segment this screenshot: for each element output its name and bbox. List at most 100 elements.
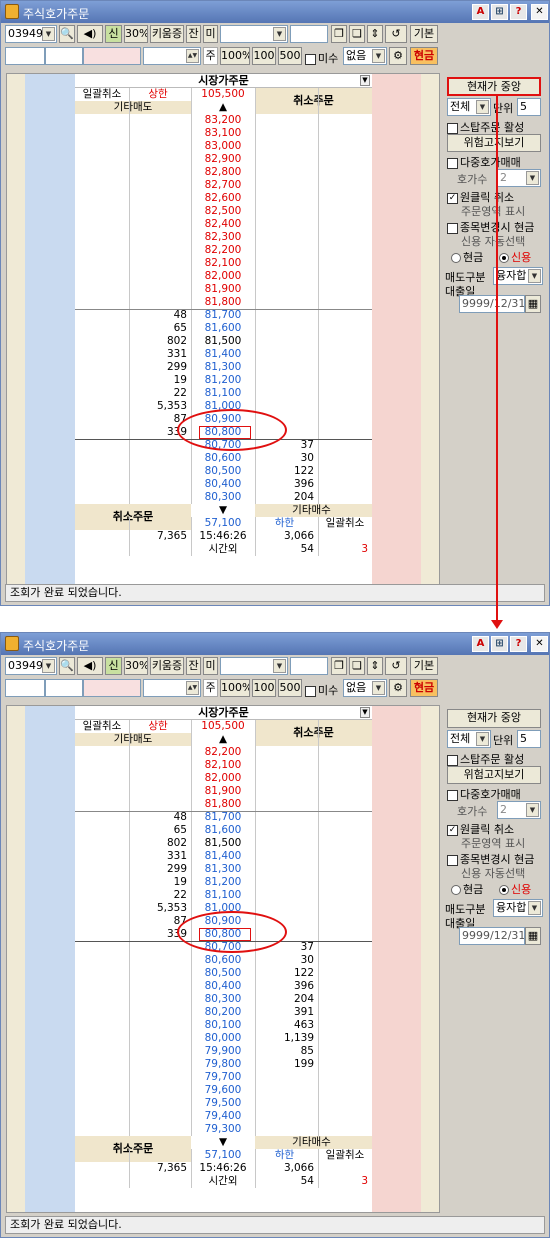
price-cell[interactable]: 81,200 <box>191 876 255 889</box>
bulk-cancel-label[interactable]: 일괄취소 <box>75 88 129 101</box>
checkbox-box[interactable] <box>447 222 458 234</box>
price-row[interactable]: 79,700 <box>75 1071 372 1084</box>
price-row[interactable]: 80,600 30 <box>75 452 372 465</box>
pct100-button[interactable]: 100% <box>220 679 250 697</box>
checkmark-icon[interactable]: ✓ <box>447 192 458 204</box>
chevron-down-icon[interactable]: ▼ <box>526 803 539 817</box>
sell-type-select[interactable]: 융자합 ▼ <box>493 899 543 917</box>
radio-circle-selected[interactable] <box>499 253 509 263</box>
price-row[interactable]: 82,800 <box>75 166 372 179</box>
price-cell[interactable]: 81,100 <box>191 387 255 400</box>
price-row[interactable]: 299 81,300 <box>75 863 372 876</box>
price-cell[interactable]: 81,800 <box>191 798 255 811</box>
credit-radio[interactable]: 신용 <box>499 249 531 265</box>
price-row[interactable]: 80,400 396 <box>75 478 372 491</box>
price-row[interactable]: 81,800 <box>75 798 372 811</box>
alert-icon[interactable]: A <box>472 4 489 20</box>
quantity-input[interactable]: ▲▼ <box>143 679 201 697</box>
price-row[interactable]: 80,500 122 <box>75 465 372 478</box>
price-row[interactable]: 82,600 <box>75 192 372 205</box>
price-row[interactable]: 82,700 <box>75 179 372 192</box>
checkbox-box[interactable] <box>447 789 458 801</box>
price-row[interactable]: 80,000 1,139 <box>75 1032 372 1045</box>
price-cell[interactable]: 83,100 <box>191 127 255 140</box>
credit-radio[interactable]: 신용 <box>499 881 531 897</box>
risk-notice-button[interactable]: 위험고지보기 <box>447 766 541 784</box>
price-cell[interactable]: 79,700 <box>191 1071 255 1084</box>
spinner-icon[interactable]: ▲▼ <box>186 49 199 63</box>
radio-circle[interactable] <box>451 885 461 895</box>
price-cell[interactable]: 79,800 <box>191 1058 255 1071</box>
alert-icon[interactable]: A <box>472 636 489 652</box>
help-icon[interactable]: ? <box>510 636 527 652</box>
updown-icon[interactable]: ⇕ <box>367 657 383 675</box>
bulk-cancel-buy[interactable]: 일괄취소 <box>318 1149 372 1162</box>
price-cell[interactable]: 83,000 <box>191 140 255 153</box>
price-row[interactable]: 80,100 463 <box>75 1019 372 1032</box>
price-row[interactable]: 79,600 <box>75 1084 372 1097</box>
close-icon[interactable]: ✕ <box>531 636 548 652</box>
price-row[interactable]: 299 81,300 <box>75 361 372 374</box>
price-cell[interactable]: 82,500 <box>191 205 255 218</box>
bulk-cancel-label[interactable]: 일괄취소 <box>75 720 129 733</box>
down-arrow-icon[interactable]: ▼ <box>191 1136 255 1149</box>
price-cell[interactable]: 80,500 <box>191 967 255 980</box>
chevron-down-icon[interactable]: ▼ <box>476 732 489 746</box>
all-select[interactable]: 전체 ▼ <box>447 730 491 748</box>
price-row[interactable]: 65 81,600 <box>75 824 372 837</box>
price-row[interactable]: 83,100 <box>75 127 372 140</box>
price-cell[interactable]: 79,400 <box>191 1110 255 1123</box>
price-row[interactable]: 82,300 <box>75 231 372 244</box>
price-row[interactable]: 22 81,100 <box>75 889 372 902</box>
price-cell[interactable]: 81,900 <box>191 785 255 798</box>
calendar-icon[interactable]: ▦ <box>525 295 541 313</box>
pages-icon[interactable]: ❏ <box>349 25 365 43</box>
price-row[interactable]: 82,100 <box>75 759 372 772</box>
chevron-down-icon[interactable]: ▼ <box>42 659 55 673</box>
pin-icon[interactable]: ⊞ <box>491 4 508 20</box>
price-row[interactable]: 80,300 204 <box>75 491 372 504</box>
price-cell[interactable]: 81,400 <box>191 348 255 361</box>
quote-count-select[interactable]: 2 ▼ <box>497 801 541 819</box>
price-row[interactable]: 82,900 <box>75 153 372 166</box>
margin-rate-button[interactable]: 30% <box>124 25 148 43</box>
q100-button[interactable]: 100 <box>252 679 276 697</box>
price-row[interactable]: 80,200 391 <box>75 1006 372 1019</box>
price-row[interactable]: 331 81,400 <box>75 850 372 863</box>
q500-button[interactable]: 500 <box>278 47 302 65</box>
cancel-order-top[interactable]: 취소주문 <box>255 720 372 746</box>
price-cell[interactable]: 82,300 <box>191 231 255 244</box>
price-cell[interactable]: 81,600 <box>191 824 255 837</box>
checkbox-box[interactable] <box>447 854 458 866</box>
speaker-icon[interactable]: ◀) <box>77 25 103 43</box>
price-cell[interactable]: 82,600 <box>191 192 255 205</box>
checkmark-icon[interactable]: ✓ <box>447 824 458 836</box>
price-row[interactable]: 79,900 85 <box>75 1045 372 1058</box>
broker-button[interactable]: 키움증 <box>150 25 184 43</box>
price-row[interactable]: 331 81,400 <box>75 348 372 361</box>
price-row[interactable]: 48 81,700 <box>75 811 372 824</box>
price-cell[interactable]: 82,800 <box>191 166 255 179</box>
quantity-input[interactable]: ▲▼ <box>143 47 201 65</box>
price-row[interactable]: 65 81,600 <box>75 322 372 335</box>
checkbox-box[interactable] <box>305 685 316 697</box>
chevron-down-icon[interactable]: ▼ <box>273 27 286 41</box>
cancel-order-top[interactable]: 취소주문 <box>255 88 372 114</box>
balance-button[interactable]: 잔 <box>186 657 201 675</box>
cash-radio[interactable]: 현금 <box>451 881 483 897</box>
cash-button[interactable]: 현금 <box>410 679 438 697</box>
price-row[interactable]: 79,800 199 <box>75 1058 372 1071</box>
price-row[interactable]: 80,300 204 <box>75 993 372 1006</box>
none-select[interactable]: 없음 ▼ <box>343 679 387 697</box>
bulk-cancel-buy[interactable]: 일괄취소 <box>318 517 372 530</box>
chevron-down-icon[interactable]: ▼ <box>360 75 370 86</box>
unit-input[interactable]: 5 <box>517 98 541 116</box>
link-icon[interactable]: ↺ <box>385 25 407 43</box>
link-icon[interactable]: ↺ <box>385 657 407 675</box>
buy-order-column[interactable] <box>372 74 423 584</box>
price-cell[interactable]: 79,900 <box>191 1045 255 1058</box>
misu-checkbox[interactable]: 미수 <box>305 50 338 66</box>
checkbox-box[interactable] <box>447 754 458 766</box>
price-cell[interactable]: 81,900 <box>191 283 255 296</box>
none-select[interactable]: 없음 ▼ <box>343 47 387 65</box>
